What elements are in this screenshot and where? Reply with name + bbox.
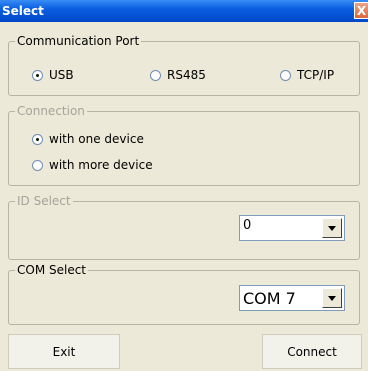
radio-more-device-label: with more device xyxy=(49,158,153,172)
title-bar[interactable]: Select X xyxy=(0,0,368,22)
radio-more-device-icon xyxy=(32,159,43,171)
communication-port-legend: Communication Port xyxy=(17,34,140,48)
com-select-dropdown[interactable]: COM 7 xyxy=(239,285,345,311)
radio-more-device[interactable]: with more device xyxy=(32,158,153,172)
radio-usb[interactable]: USB xyxy=(32,68,74,82)
radio-tcpip[interactable]: TCP/IP xyxy=(280,68,334,82)
radio-rs485[interactable]: RS485 xyxy=(150,68,206,82)
chevron-down-icon[interactable] xyxy=(322,288,342,308)
com-select-value: COM 7 xyxy=(243,289,296,308)
radio-tcpip-label: TCP/IP xyxy=(297,68,335,82)
id-select-legend: ID Select xyxy=(17,194,71,208)
communication-port-group: Communication Port xyxy=(8,34,360,96)
radio-usb-label: USB xyxy=(49,68,74,82)
radio-one-device[interactable]: with one device xyxy=(32,132,144,146)
id-select-dropdown[interactable]: 0 xyxy=(239,215,345,241)
connection-legend: Connection xyxy=(17,104,85,118)
com-select-legend: COM Select xyxy=(17,263,87,277)
select-dialog: Select X Communication Port USB RS485 TC… xyxy=(0,0,368,371)
radio-usb-icon xyxy=(32,69,43,81)
id-select-value: 0 xyxy=(243,218,252,233)
close-button[interactable]: X xyxy=(354,2,368,19)
radio-tcpip-icon xyxy=(280,69,291,81)
chevron-down-icon[interactable] xyxy=(322,218,342,238)
radio-rs485-label: RS485 xyxy=(167,68,206,82)
radio-one-device-label: with one device xyxy=(49,132,144,146)
exit-button[interactable]: Exit xyxy=(8,334,120,369)
connect-button[interactable]: Connect xyxy=(262,334,362,369)
window-title: Select xyxy=(2,4,44,18)
radio-rs485-icon xyxy=(150,69,161,81)
radio-one-device-icon xyxy=(32,133,43,145)
